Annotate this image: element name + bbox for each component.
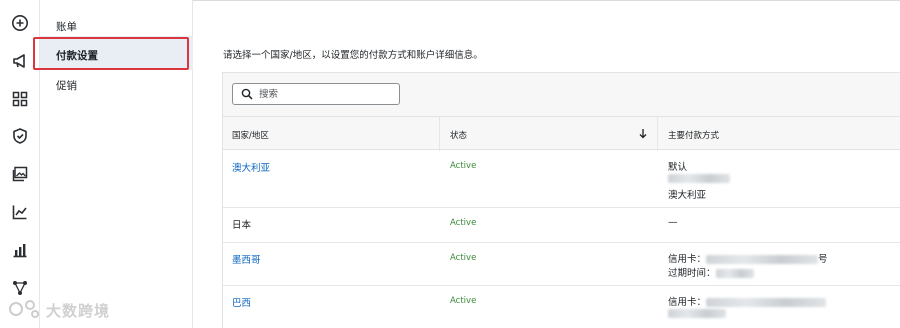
- column-header-country[interactable]: 国家/地区: [232, 129, 269, 141]
- country-name: 日本: [232, 220, 252, 231]
- payment-country: 澳大利亚: [668, 190, 707, 201]
- search-bar: [223, 73, 900, 117]
- watermark-text: 大数跨境: [46, 302, 111, 320]
- table-row: 澳大利亚 Active 默认 澳大利亚: [223, 151, 900, 208]
- column-header-status[interactable]: 状态: [450, 129, 467, 141]
- annotation-highlight-box: [33, 37, 189, 70]
- column-header-payment-method[interactable]: 主要付款方式: [668, 129, 719, 141]
- search-input[interactable]: [259, 86, 394, 102]
- status-badge: Active: [450, 253, 477, 263]
- table-row: 巴西 Active 信用卡：: [223, 286, 900, 328]
- table-header: 国家/地区 状态 主要付款方式: [223, 117, 900, 150]
- credit-card-label: 信用卡：: [668, 254, 707, 265]
- credit-card-line: 信用卡：: [668, 294, 827, 308]
- bar-chart-icon[interactable]: [11, 241, 29, 259]
- shield-icon[interactable]: [11, 127, 29, 145]
- status-badge: Active: [450, 161, 477, 171]
- plus-circle-icon[interactable]: [11, 14, 29, 32]
- payment-method-none: —: [668, 217, 678, 228]
- credit-card-label: 信用卡：: [668, 297, 707, 308]
- megaphone-icon[interactable]: [11, 52, 29, 70]
- country-link[interactable]: 巴西: [232, 295, 251, 309]
- status-badge: Active: [450, 218, 477, 228]
- trend-line-icon[interactable]: [11, 203, 29, 221]
- main-content: 请选择一个国家/地区，以设置您的付款方式和账户详细信息。 国家/地区 状态 主要…: [193, 0, 900, 328]
- payment-method-label: 默认: [668, 162, 688, 173]
- redacted-account: [668, 173, 730, 184]
- card-number-suffix: 号: [818, 254, 828, 265]
- redacted-card-details: [668, 308, 726, 319]
- expiry-label: 过期时间：: [668, 268, 716, 279]
- expiry-line: 过期时间：: [668, 265, 754, 279]
- grid-icon[interactable]: [11, 90, 29, 108]
- country-table: 国家/地区 状态 主要付款方式 澳大利亚 Active 默认 澳大利亚 日本 A…: [222, 72, 900, 328]
- country-link[interactable]: 澳大利亚: [232, 160, 270, 174]
- country-link[interactable]: 墨西哥: [232, 252, 261, 266]
- subnav-item-promotions[interactable]: 促销: [56, 78, 77, 93]
- credit-card-line: 信用卡： 号: [668, 251, 828, 265]
- watermark: 大数跨境: [4, 294, 154, 324]
- sort-down-icon[interactable]: [638, 128, 648, 139]
- search-box[interactable]: [232, 83, 400, 105]
- search-icon: [241, 88, 253, 100]
- subnav-item-billing[interactable]: 账单: [56, 19, 77, 34]
- status-badge: Active: [450, 296, 477, 306]
- table-row: 墨西哥 Active 信用卡： 号 过期时间：: [223, 243, 900, 286]
- intro-text: 请选择一个国家/地区，以设置您的付款方式和账户详细信息。: [223, 50, 483, 61]
- watermark-logo-icon: [9, 300, 39, 318]
- table-row: 日本 Active —: [223, 208, 900, 243]
- gallery-icon[interactable]: [11, 165, 29, 183]
